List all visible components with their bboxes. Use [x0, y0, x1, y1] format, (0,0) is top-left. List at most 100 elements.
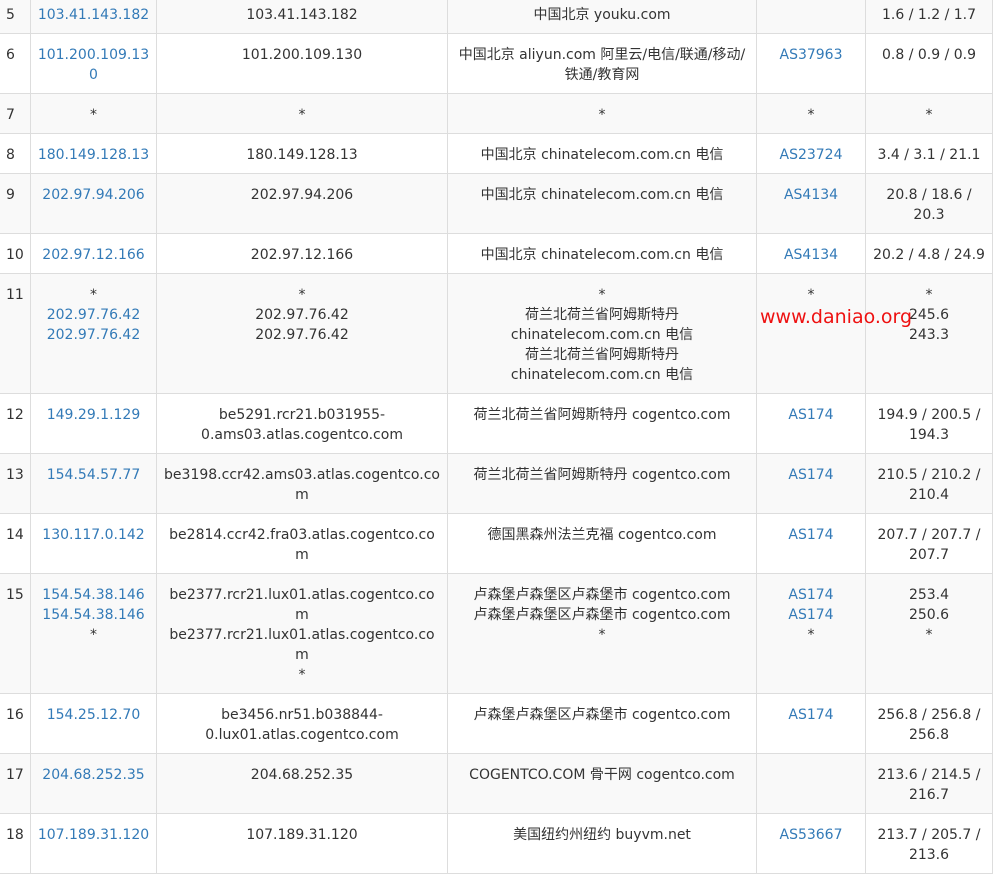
latency-times: 20.8 / 18.6 / 20.3 [886, 187, 972, 223]
ip-link[interactable]: 154.54.57.77 [37, 465, 150, 485]
hostname-cell: * 202.97.76.42 202.97.76.42 [156, 273, 448, 394]
hop-number: 12 [0, 393, 31, 454]
ip-link-cell: * [30, 93, 157, 134]
latency-cell: 0.8 / 0.9 / 0.9 [865, 33, 993, 94]
hop-number: 18 [0, 813, 31, 874]
hop-number: 8 [0, 133, 31, 174]
hostname: 202.97.76.42 [255, 327, 349, 343]
hop-number: 13 [0, 453, 31, 514]
location-cell: 中国北京 aliyun.com 阿里云/电信/联通/移动/铁通/教育网 [447, 33, 757, 94]
hostname-cell: be2377.rcr21.lux01.atlas.cogentco.com be2… [156, 573, 448, 694]
ip-link[interactable]: 130.117.0.142 [37, 525, 150, 545]
hostname: be2377.rcr21.lux01.atlas.cogentco.com [169, 627, 435, 663]
asn-link-cell: AS4134 [756, 173, 866, 234]
hostname-cell: 202.97.12.166 [156, 233, 448, 274]
ip-link[interactable]: 154.25.12.70 [37, 705, 150, 725]
hostname-cell: 202.97.94.206 [156, 173, 448, 234]
latency-cell: 213.6 / 214.5 / 216.7 [865, 753, 993, 814]
location-cell: 中国北京 chinatelecom.com.cn 电信 [447, 133, 757, 174]
asn-link[interactable]: AS174 [763, 585, 859, 605]
hostname: * [298, 107, 306, 123]
ip-link[interactable]: 202.97.12.166 [37, 245, 150, 265]
hop-number: 6 [0, 33, 31, 94]
ip-link[interactable]: 202.97.94.206 [37, 185, 150, 205]
latency-cell: 20.2 / 4.8 / 24.9 [865, 233, 993, 274]
ip-link-cell: 130.117.0.142 [30, 513, 157, 574]
latency-times: 256.8 / 256.8 / 256.8 [877, 707, 981, 743]
location: chinatelecom.com.cn 电信 [510, 327, 694, 343]
ip-link[interactable]: 154.54.38.146 [37, 605, 150, 625]
asn-link[interactable]: AS174 [763, 405, 859, 425]
location-cell: 美国纽约州纽约 buyvm.net [447, 813, 757, 874]
hop-number: 16 [0, 693, 31, 754]
latency-cell: * [865, 93, 993, 134]
asn-link[interactable]: AS4134 [763, 185, 859, 205]
asn-link-cell: AS174 [756, 513, 866, 574]
hop-number: 9 [0, 173, 31, 234]
hostname-cell: be3198.ccr42.ams03.atlas.cogentco.com [156, 453, 448, 514]
location-cell: 德国黑森州法兰克福 cogentco.com [447, 513, 757, 574]
asn-link[interactable]: AS23724 [763, 145, 859, 165]
asn-link[interactable]: AS37963 [763, 45, 859, 65]
location: COGENTCO.COM 骨干网 cogentco.com [469, 767, 735, 783]
ip-link[interactable]: 149.29.1.129 [37, 405, 150, 425]
ip-link[interactable]: 154.54.38.146 [37, 585, 150, 605]
ip-link[interactable]: 103.41.143.182 [37, 5, 150, 25]
table-row: 14 130.117.0.142 be2814.ccr42.fra03.atlas.… [0, 513, 993, 574]
hostname: 204.68.252.35 [250, 767, 354, 783]
hostname-cell: be5291.rcr21.b031955-0.ams03.atlas.cogen… [156, 393, 448, 454]
hop-number: 17 [0, 753, 31, 814]
asn-link[interactable]: AS174 [763, 705, 859, 725]
asn-link-cell [756, 753, 866, 814]
asn-link-cell: * [756, 93, 866, 134]
latency-cell: 3.4 / 3.1 / 21.1 [865, 133, 993, 174]
asn-link[interactable]: AS4134 [763, 245, 859, 265]
asn-link[interactable]: AS53667 [763, 825, 859, 845]
location: 荷兰北荷兰省阿姆斯特丹 [525, 307, 679, 323]
hop-number: 10 [0, 233, 31, 274]
ip-link[interactable]: 101.200.109.130 [37, 45, 150, 85]
table-row: 13 154.54.57.77 be3198.ccr42.ams03.atlas.c… [0, 453, 993, 514]
hostname-cell: 204.68.252.35 [156, 753, 448, 814]
asn-link[interactable]: AS174 [763, 465, 859, 485]
asn-link-cell: AS4134 [756, 233, 866, 274]
asn-link[interactable]: AS174 [763, 605, 859, 625]
location: * [598, 627, 606, 643]
hostname: 107.189.31.120 [246, 827, 358, 843]
asn-link[interactable]: AS174 [763, 525, 859, 545]
hostname: be2377.rcr21.lux01.atlas.cogentco.com [169, 587, 435, 623]
ip-link-cell: 149.29.1.129 [30, 393, 157, 454]
table-row: 7 * * * * * [0, 93, 993, 134]
latency-cell: 210.5 / 210.2 / 210.4 [865, 453, 993, 514]
location: 荷兰北荷兰省阿姆斯特丹 [525, 347, 679, 363]
latency-cell: 1.6 / 1.2 / 1.7 [865, 0, 993, 34]
ip-link-cell: 107.189.31.120 [30, 813, 157, 874]
asn-link-cell: AS53667 [756, 813, 866, 874]
location-cell: 中国北京 chinatelecom.com.cn 电信 [447, 233, 757, 274]
latency-times: 207.7 / 207.7 / 207.7 [877, 527, 981, 563]
asn-link-cell: AS23724 [756, 133, 866, 174]
table-row: 17 204.68.252.35 204.68.252.35 COGENTCO.COM… [0, 753, 993, 814]
hostname: 202.97.94.206 [250, 187, 354, 203]
table-row: 9 202.97.94.206 202.97.94.206 中国北京 chinatel… [0, 173, 993, 234]
location-cell: 卢森堡卢森堡区卢森堡市 cogentco.com [447, 693, 757, 754]
latency-cell: 207.7 / 207.7 / 207.7 [865, 513, 993, 574]
ip-link[interactable]: 202.97.76.42 [37, 325, 150, 345]
latency-cell: 256.8 / 256.8 / 256.8 [865, 693, 993, 754]
hostname: * [298, 287, 306, 303]
ip-link[interactable]: 202.97.76.42 [37, 305, 150, 325]
hostname-cell: * [156, 93, 448, 134]
hostname-cell: 107.189.31.120 [156, 813, 448, 874]
ip-link-cell: * 202.97.76.42 202.97.76.42 [30, 273, 157, 394]
asn-link-cell: AS174 [756, 393, 866, 454]
ip-link[interactable]: 204.68.252.35 [37, 765, 150, 785]
location-cell: 中国北京 chinatelecom.com.cn 电信 [447, 173, 757, 234]
latency-times: * 245.6 243.3 [908, 287, 950, 343]
ip-link[interactable]: 180.149.128.13 [37, 145, 150, 165]
latency-cell: 194.9 / 200.5 / 194.3 [865, 393, 993, 454]
location-cell: 荷兰北荷兰省阿姆斯特丹 cogentco.com [447, 393, 757, 454]
latency-cell: * 245.6 243.3 [865, 273, 993, 394]
ip-link[interactable]: 107.189.31.120 [37, 825, 150, 845]
asn-link-cell: AS174 [756, 453, 866, 514]
latency-times: 194.9 / 200.5 / 194.3 [877, 407, 981, 443]
